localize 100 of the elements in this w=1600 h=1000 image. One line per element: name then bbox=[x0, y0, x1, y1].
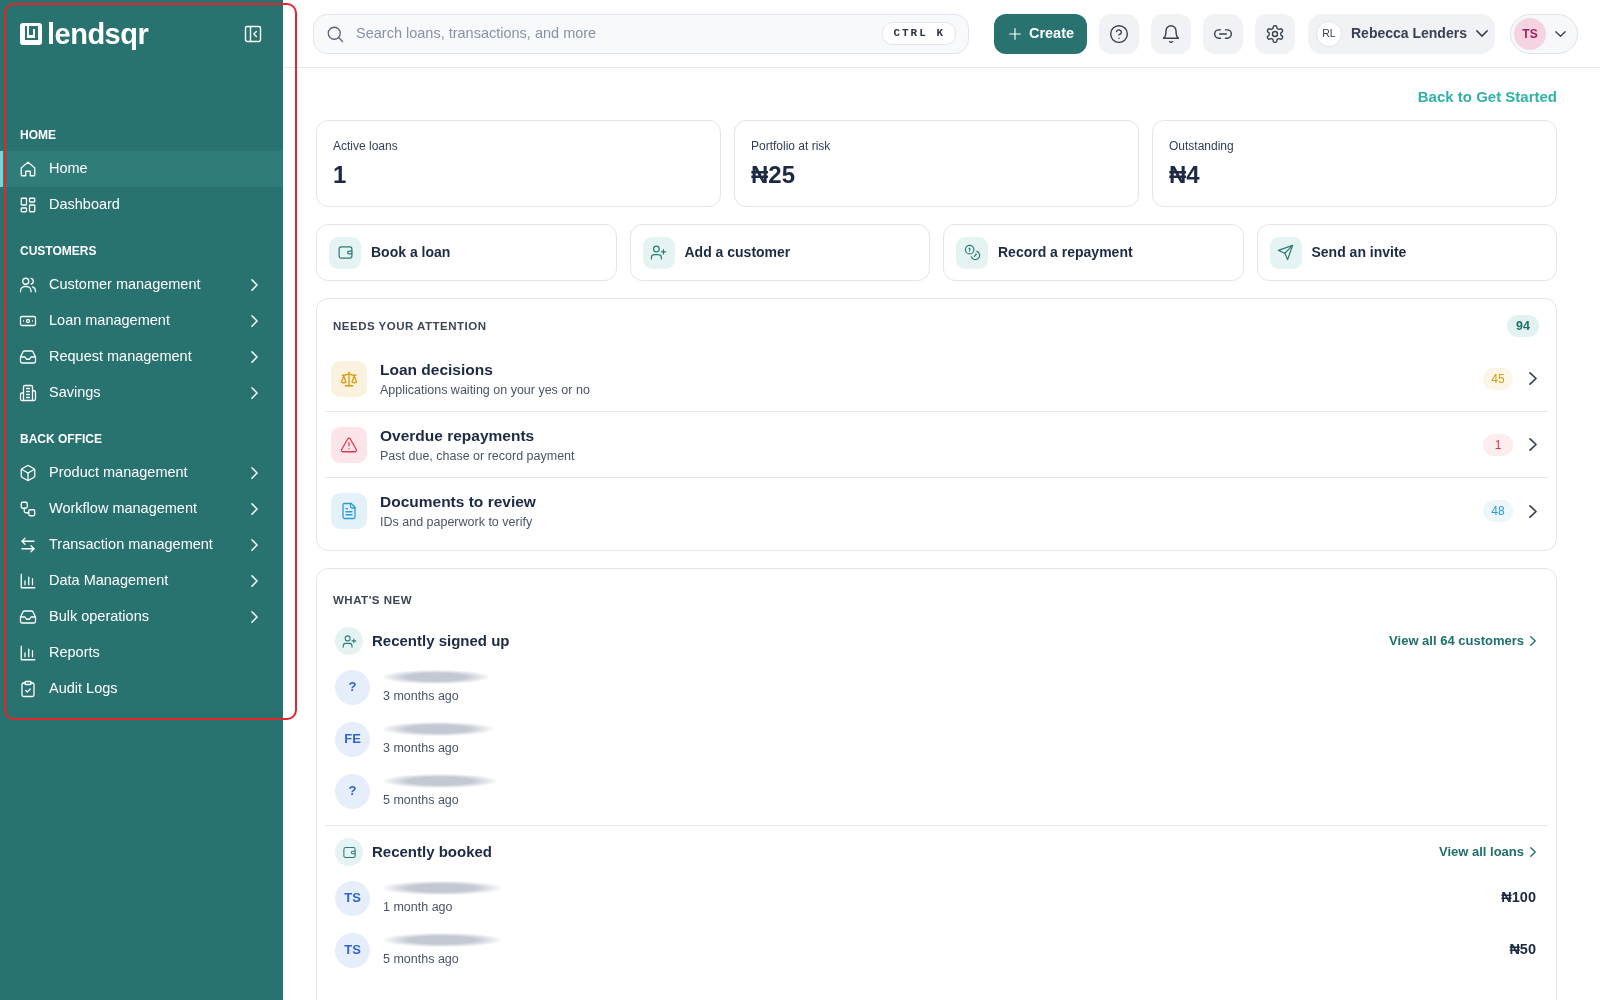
warning-icon bbox=[331, 426, 367, 463]
house-icon bbox=[19, 160, 37, 178]
sidebar-item[interactable]: Workflow management bbox=[0, 491, 283, 527]
attention-item[interactable]: Loan decisions Applications waiting on your yes or no 45 bbox=[325, 346, 1548, 412]
collapse-sidebar-button[interactable] bbox=[243, 24, 263, 44]
chevron-right-icon bbox=[1529, 504, 1537, 518]
sidebar-item[interactable]: Product management bbox=[0, 455, 283, 491]
workflow-icon bbox=[19, 500, 37, 518]
help-icon bbox=[1109, 23, 1129, 44]
scales-icon bbox=[331, 360, 367, 397]
avatar: TS bbox=[335, 932, 370, 968]
account-switcher[interactable]: RL Rebecca Lenders bbox=[1308, 13, 1495, 54]
link-button[interactable] bbox=[1203, 13, 1243, 54]
swap-arrows-icon bbox=[19, 536, 37, 554]
sidebar-item[interactable]: Bulk operations bbox=[0, 599, 283, 635]
avatar: TS bbox=[335, 880, 370, 916]
sidebar-item[interactable]: Home bbox=[0, 151, 283, 187]
item-subtitle: Applications waiting on your yes or no bbox=[380, 381, 590, 398]
section-title: NEEDS YOUR ATTENTION bbox=[333, 318, 487, 333]
time-ago: 3 months ago bbox=[383, 740, 460, 756]
item-title: Documents to review bbox=[380, 492, 536, 512]
notifications-button[interactable] bbox=[1151, 13, 1191, 54]
coins-icon bbox=[956, 236, 988, 269]
brand-name: lendsqr bbox=[47, 18, 149, 50]
logo-mark-icon bbox=[20, 23, 42, 45]
sidebar-item[interactable]: Reports bbox=[0, 635, 283, 671]
time-ago: 5 months ago bbox=[383, 951, 460, 967]
user-plus-icon bbox=[335, 627, 363, 655]
bar-chart-icon bbox=[19, 572, 37, 590]
time-ago: 5 months ago bbox=[383, 792, 460, 808]
search-input[interactable]: Search loans, transactions, and more bbox=[356, 22, 871, 45]
grid-icon bbox=[19, 196, 37, 214]
stat-label: Portfolio at risk bbox=[751, 139, 832, 153]
item-title: Overdue repayments bbox=[380, 425, 536, 446]
help-button[interactable] bbox=[1099, 13, 1139, 54]
chevron-right-icon bbox=[1530, 636, 1536, 646]
sidebar-item[interactable]: Loan management bbox=[0, 303, 283, 339]
sidebar-item[interactable]: Savings bbox=[0, 375, 283, 411]
wallet-icon bbox=[335, 838, 363, 866]
sidebar-item[interactable]: Request management bbox=[0, 339, 283, 375]
quick-action-button[interactable]: Book a loan bbox=[316, 224, 617, 281]
count-badge: 94 bbox=[1507, 314, 1539, 337]
wallet-icon bbox=[329, 236, 361, 269]
sidebar-item[interactable]: Customer management bbox=[0, 267, 283, 303]
count-badge: 1 bbox=[1483, 433, 1513, 456]
stat-value: ₦25 bbox=[751, 161, 797, 189]
avatar: FE bbox=[335, 721, 370, 757]
loan-amount: ₦50 bbox=[1509, 940, 1536, 960]
attention-item[interactable]: Overdue repayments Past due, chase or record payment 1 bbox=[325, 412, 1548, 478]
count-badge: 48 bbox=[1483, 500, 1513, 522]
paper-plane-icon bbox=[1269, 236, 1302, 269]
time-ago: 1 month ago bbox=[383, 899, 454, 915]
section-title: WHAT'S NEW bbox=[333, 593, 413, 607]
chevron-down-icon bbox=[1475, 30, 1488, 37]
cube-icon bbox=[19, 464, 37, 482]
chevron-right-icon bbox=[1529, 438, 1537, 451]
stat-value: 1 bbox=[333, 161, 348, 189]
chevron-down-icon bbox=[1555, 30, 1566, 37]
sidebar-item[interactable]: Audit Logs bbox=[0, 671, 283, 707]
shortcut-hint: CTRL K bbox=[882, 22, 956, 45]
quick-action-button[interactable]: Add a customer bbox=[629, 224, 930, 281]
search-icon bbox=[326, 24, 344, 43]
chevron-right-icon bbox=[1529, 372, 1537, 385]
bell-icon bbox=[1161, 23, 1181, 44]
stat-value: ₦4 bbox=[1169, 161, 1201, 189]
people-icon bbox=[19, 276, 37, 294]
view-all-link[interactable]: View all 64 customers bbox=[1389, 631, 1536, 651]
avatar: TS bbox=[1514, 17, 1546, 50]
user-plus-icon bbox=[642, 236, 675, 269]
tray-icon bbox=[19, 348, 37, 366]
settings-button[interactable] bbox=[1255, 13, 1295, 54]
section-label: CUSTOMERS bbox=[19, 243, 98, 260]
item-subtitle: Past due, chase or record payment bbox=[380, 447, 575, 464]
chevron-right-icon bbox=[1530, 847, 1536, 857]
user-menu-button[interactable]: TS bbox=[1510, 13, 1578, 54]
create-button[interactable]: Create bbox=[994, 13, 1087, 54]
stat-label: Outstanding bbox=[1169, 139, 1235, 153]
stat-label: Active loans bbox=[333, 139, 399, 153]
item-title: Loan decisions bbox=[380, 359, 494, 380]
quick-action-button[interactable]: Send an invite bbox=[1256, 224, 1557, 281]
section-label: HOME bbox=[19, 127, 57, 144]
tray-icon bbox=[19, 608, 37, 626]
document-icon bbox=[331, 493, 367, 529]
sidebar-item[interactable]: Dashboard bbox=[0, 187, 283, 223]
view-all-link[interactable]: View all loans bbox=[1438, 842, 1536, 862]
panel-collapse-icon bbox=[243, 24, 263, 44]
sidebar-item[interactable]: Data Management bbox=[0, 563, 283, 599]
bar-chart-icon bbox=[19, 644, 37, 662]
quick-action-button[interactable]: Record a repayment bbox=[943, 224, 1244, 281]
attention-item[interactable]: Documents to review IDs and paperwork to verify 48 bbox=[325, 478, 1548, 544]
item-subtitle: IDs and paperwork to verify bbox=[380, 514, 534, 530]
time-ago: 3 months ago bbox=[383, 688, 460, 704]
group-title: Recently signed up bbox=[372, 630, 510, 651]
building-icon bbox=[19, 384, 37, 402]
search-field[interactable]: Search loans, transactions, and more CTRL K bbox=[313, 13, 969, 54]
avatar: RL bbox=[1316, 20, 1342, 47]
clipboard-check-icon bbox=[19, 680, 37, 698]
sidebar-item[interactable]: Transaction management bbox=[0, 527, 283, 563]
loan-amount: ₦100 bbox=[1501, 888, 1536, 908]
avatar: ? bbox=[335, 669, 370, 705]
